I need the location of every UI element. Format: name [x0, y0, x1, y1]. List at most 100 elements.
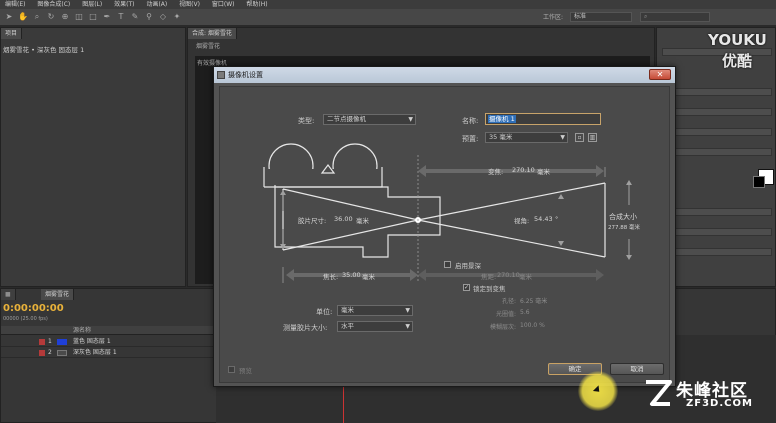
text-tool-icon[interactable]: T — [116, 12, 126, 22]
character-scale[interactable] — [662, 248, 772, 256]
pen-tool-icon[interactable]: ✒ — [102, 12, 112, 22]
tab-composition[interactable]: 合成: 烟雾雪花 — [188, 28, 237, 39]
character-panel — [662, 148, 772, 156]
layer-label-color[interactable] — [39, 350, 45, 356]
units-label: 单位: — [316, 308, 333, 316]
cancel-button[interactable]: 取消 — [610, 363, 664, 375]
measure-film-select[interactable]: 水平 ▼ — [337, 321, 413, 332]
workspace-select[interactable]: 标准 — [570, 12, 632, 22]
menu-animation[interactable]: 动画(A) — [141, 0, 172, 9]
close-button[interactable]: ✕ — [649, 69, 671, 80]
layer-name[interactable]: 深灰色 固态层 1 — [73, 348, 117, 358]
solid-color-icon — [57, 350, 67, 356]
layer-name[interactable]: 蓝色 固态层 1 — [73, 337, 111, 347]
menu-composition[interactable]: 图像合成(C) — [32, 0, 75, 9]
project-panel: 项目 烟雾雪花 • 深灰色 固态层 1 — [0, 27, 186, 287]
focal-length-value[interactable]: 35.00 — [342, 271, 361, 279]
film-size-value[interactable]: 36.00 — [334, 215, 353, 223]
zoom-tool-icon[interactable]: ⌕ — [32, 12, 42, 22]
character-size[interactable] — [662, 208, 772, 216]
menu-window[interactable]: 窗口(W) — [207, 0, 240, 9]
chevron-down-icon: ▼ — [405, 323, 410, 330]
angle-unit: ° — [555, 215, 559, 223]
focus-distance-unit: 毫米 — [519, 273, 532, 281]
preview-label: 预览 — [239, 367, 252, 375]
audio-meter — [662, 48, 772, 56]
film-size-unit: 毫米 — [356, 217, 369, 225]
brush-tool-icon[interactable]: ✎ — [130, 12, 140, 22]
stamp-tool-icon[interactable]: ⚲ — [144, 12, 154, 22]
rectangle-tool-icon[interactable]: □ — [88, 12, 98, 22]
tab-project[interactable]: 项目 — [1, 28, 23, 39]
camera-tool-icon[interactable]: ⊕ — [60, 12, 70, 22]
layer-row[interactable]: 1 蓝色 固态层 1 — [1, 337, 216, 347]
character-tracking[interactable] — [662, 228, 772, 236]
comp-size-label: 合成大小 — [609, 213, 637, 221]
angle-value[interactable]: 54.43 — [534, 215, 553, 223]
app-icon — [217, 71, 225, 79]
aperture-label: 孔径: — [502, 298, 517, 305]
film-size-label: 胶片尺寸: — [298, 217, 327, 225]
puppet-tool-icon[interactable]: ✦ — [172, 12, 182, 22]
youku-watermark: YOUKU — [708, 31, 767, 49]
camera-settings-dialog: 摄像机设置 ✕ 类型: 二节点摄像机 ▼ 名称: 摄像机 1 预置: 35 毫米… — [213, 66, 676, 387]
solid-color-icon — [57, 339, 67, 345]
lock-to-zoom-checkbox[interactable]: ✓ — [463, 284, 470, 291]
fstop-value[interactable]: 5.6 — [520, 309, 530, 316]
selection-tool-icon[interactable]: ➤ — [4, 12, 14, 22]
dialog-title: 摄像机设置 — [228, 71, 263, 79]
zoom-label: 变焦: — [488, 168, 504, 176]
menu-help[interactable]: 帮助(H) — [241, 0, 272, 9]
layer-number: 2 — [48, 349, 52, 356]
comp-name-label: 烟雾雪花 — [196, 43, 221, 50]
help-search-input[interactable]: ⌕ — [640, 12, 710, 22]
rotate-tool-icon[interactable]: ↻ — [46, 12, 56, 22]
focus-distance-label: 焦距: — [481, 273, 497, 281]
angle-label: 视角: — [514, 217, 530, 225]
measure-film-select-value: 水平 — [341, 322, 354, 330]
stroke-color-swatch[interactable] — [753, 176, 765, 188]
zf3d-watermark: 朱峰社区 ZF3D.COM — [640, 376, 770, 416]
project-selected-item[interactable]: 烟雾雪花 • 深灰色 固态层 1 — [3, 44, 84, 54]
timecode-fps: 00000 (25.00 fps) — [3, 316, 48, 322]
workspace-label: 工作区: — [543, 14, 564, 21]
hand-tool-icon[interactable]: ✋ — [18, 12, 28, 22]
chevron-down-icon: ▼ — [405, 307, 410, 314]
blur-level-value[interactable]: 100.0 % — [520, 322, 545, 329]
focal-length-label: 焦长: — [323, 273, 339, 281]
aperture-value[interactable]: 6.25 毫米 — [520, 296, 547, 305]
lock-to-zoom-label: 锁定到变焦 — [473, 285, 506, 293]
zf3d-watermark-url: ZF3D.COM — [686, 398, 753, 409]
units-select[interactable]: 毫米 ▼ — [337, 305, 413, 316]
zoom-value[interactable]: 270.10 — [512, 166, 535, 174]
paragraph-panel — [662, 128, 772, 136]
pan-behind-tool-icon[interactable]: ◫ — [74, 12, 84, 22]
menu-effect[interactable]: 效果(T) — [109, 0, 139, 9]
measure-film-label: 测量胶片大小: — [283, 324, 328, 332]
eraser-tool-icon[interactable]: ◇ — [158, 12, 168, 22]
blur-level-label: 模糊层次: — [490, 324, 517, 331]
layer-row[interactable]: 2 深灰色 固态层 1 — [1, 348, 216, 358]
menu-edit[interactable]: 编辑(E) — [0, 0, 30, 9]
timecode[interactable]: 0:00:00:00 — [3, 303, 64, 314]
menu-layer[interactable]: 图层(L) — [77, 0, 107, 9]
focus-distance-value[interactable]: 270.10 — [497, 271, 520, 279]
camera-diagram — [263, 143, 632, 283]
tab-timeline[interactable]: 烟雾雪花 — [41, 289, 75, 300]
zoom-unit: 毫米 — [537, 168, 550, 176]
effects-search[interactable] — [662, 108, 772, 116]
tools-toolbar: ➤ ✋ ⌕ ↻ ⊕ ◫ □ ✒ T ✎ ⚲ ◇ ✦ 工作区: 标准 ⌕ — [0, 9, 776, 26]
preview-controls — [662, 88, 772, 96]
focal-length-unit: 毫米 — [362, 273, 375, 281]
enable-dof-checkbox[interactable] — [444, 261, 451, 268]
fstop-label: 光圈值: — [496, 311, 517, 318]
dialog-titlebar[interactable]: 摄像机设置 ✕ — [214, 67, 675, 83]
dialog-body: 类型: 二节点摄像机 ▼ 名称: 摄像机 1 预置: 35 毫米 ▼ ▫ ▥ 变… — [219, 86, 670, 383]
layer-label-color[interactable] — [39, 339, 45, 345]
tab-render-queue[interactable]: ■ — [1, 289, 16, 300]
menu-bar: 编辑(E) 图像合成(C) 图层(L) 效果(T) 动画(A) 视图(V) 窗口… — [0, 0, 776, 9]
enable-dof-label: 启用景深 — [455, 262, 481, 270]
preview-checkbox[interactable] — [228, 366, 235, 373]
menu-view[interactable]: 视图(V) — [174, 0, 205, 9]
source-name-column[interactable]: 源名称 — [73, 326, 91, 335]
